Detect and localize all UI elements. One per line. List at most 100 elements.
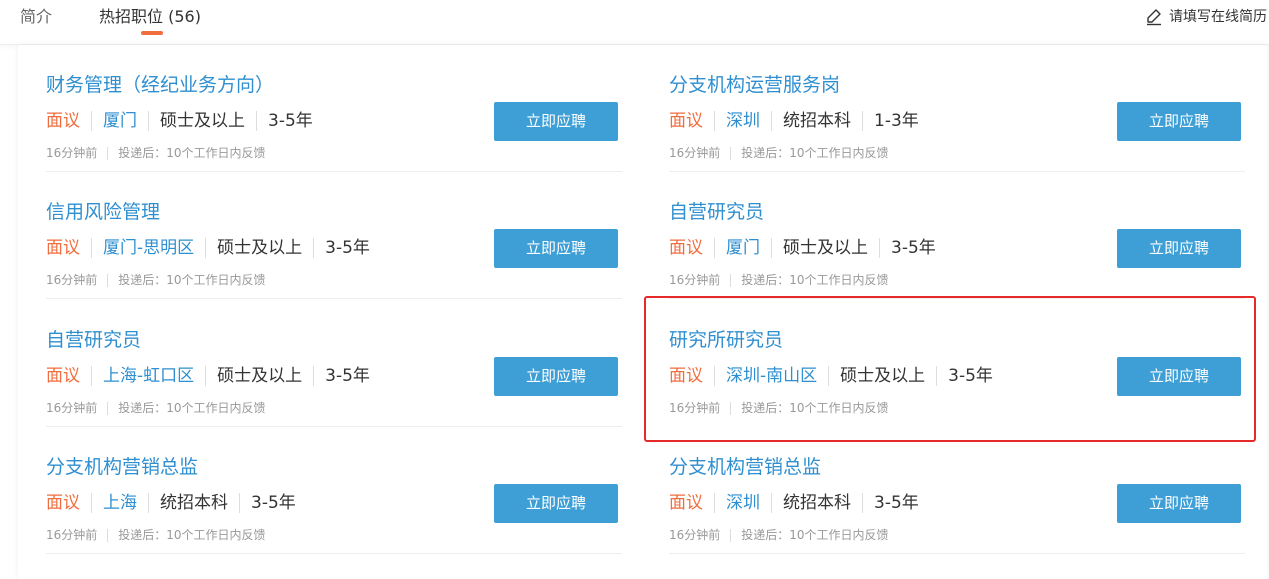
footer-divider xyxy=(730,273,732,287)
job-card: 研究所研究员 面议 深圳-南山区 硕士及以上 3-5年 16分钟前 投递后：10… xyxy=(669,300,1245,427)
job-title[interactable]: 分支机构营销总监 xyxy=(46,454,198,480)
footer-divider xyxy=(107,528,109,542)
job-salary: 面议 xyxy=(46,111,80,131)
meta-divider xyxy=(714,238,715,258)
job-title[interactable]: 信用风险管理 xyxy=(46,199,160,225)
job-feedback: 投递后：10个工作日内反馈 xyxy=(118,528,266,542)
job-meta: 面议 厦门 硕士及以上 3-5年 xyxy=(46,109,313,133)
footer-divider xyxy=(730,528,732,542)
active-tab-indicator xyxy=(141,31,163,35)
meta-divider xyxy=(828,366,830,386)
job-degree: 统招本科 xyxy=(160,493,228,513)
meta-divider xyxy=(879,238,880,258)
meta-divider xyxy=(862,493,863,513)
meta-divider xyxy=(862,111,863,131)
fill-resume-label: 请填写在线简历 xyxy=(1169,9,1267,25)
meta-divider xyxy=(714,493,715,513)
apply-button[interactable]: 立即应聘 xyxy=(494,102,618,141)
job-meta: 面议 厦门-思明区 硕士及以上 3-5年 xyxy=(46,236,370,260)
job-card: 分支机构运营服务岗 面议 深圳 统招本科 1-3年 16分钟前 投递后：10个工… xyxy=(669,45,1245,172)
meta-divider xyxy=(714,111,715,131)
job-card-body: 自营研究员 面议 厦门 硕士及以上 3-5年 16分钟前 投递后：10个工作日内… xyxy=(669,172,1245,299)
apply-button[interactable]: 立即应聘 xyxy=(494,357,618,396)
meta-divider xyxy=(205,238,207,258)
job-degree: 硕士及以上 xyxy=(840,366,926,386)
job-card: 分支机构营销总监 面议 深圳 统招本科 3-5年 16分钟前 投递后：10个工作… xyxy=(669,427,1245,554)
job-card-body: 分支机构营销总监 面议 深圳 统招本科 3-5年 16分钟前 投递后：10个工作… xyxy=(669,427,1245,554)
job-title[interactable]: 研究所研究员 xyxy=(669,327,783,353)
job-degree: 统招本科 xyxy=(783,493,851,513)
job-meta: 面议 深圳 统招本科 1-3年 xyxy=(669,109,919,133)
footer-divider xyxy=(107,273,109,287)
job-city: 厦门-思明区 xyxy=(103,238,195,258)
job-experience: 3-5年 xyxy=(325,238,370,258)
apply-button[interactable]: 立即应聘 xyxy=(494,484,618,523)
job-experience: 3-5年 xyxy=(891,238,936,258)
job-title[interactable]: 自营研究员 xyxy=(669,199,764,225)
job-salary: 面议 xyxy=(669,238,703,258)
meta-divider xyxy=(771,238,772,258)
job-title[interactable]: 财务管理（经纪业务方向） xyxy=(46,72,274,98)
job-feedback: 投递后：10个工作日内反馈 xyxy=(741,273,889,287)
job-degree: 硕士及以上 xyxy=(217,238,303,258)
meta-divider xyxy=(148,493,149,513)
job-card: 信用风险管理 面议 厦门-思明区 硕士及以上 3-5年 16分钟前 投递后：10… xyxy=(46,172,622,299)
pen-icon xyxy=(1147,9,1161,26)
meta-divider xyxy=(313,366,315,386)
apply-button[interactable]: 立即应聘 xyxy=(494,229,618,268)
job-posted-time: 16分钟前 xyxy=(46,528,98,542)
fill-resume-link[interactable]: 请填写在线简历 xyxy=(1145,7,1267,27)
job-footer: 16分钟前 投递后：10个工作日内反馈 xyxy=(669,399,889,417)
job-title[interactable]: 分支机构运营服务岗 xyxy=(669,72,840,98)
meta-divider xyxy=(205,366,207,386)
footer-divider xyxy=(107,401,109,415)
apply-button[interactable]: 立即应聘 xyxy=(1117,484,1241,523)
job-salary: 面议 xyxy=(46,238,80,258)
job-feedback: 投递后：10个工作日内反馈 xyxy=(118,401,266,415)
job-degree: 统招本科 xyxy=(783,111,851,131)
job-card: 分支机构营销总监 面议 上海 统招本科 3-5年 16分钟前 投递后：10个工作… xyxy=(46,427,622,554)
job-salary: 面议 xyxy=(669,111,703,131)
meta-divider xyxy=(256,111,257,131)
job-title[interactable]: 自营研究员 xyxy=(46,327,141,353)
footer-divider xyxy=(730,146,732,160)
job-posted-time: 16分钟前 xyxy=(669,273,721,287)
job-footer: 16分钟前 投递后：10个工作日内反馈 xyxy=(46,399,266,417)
job-experience: 3-5年 xyxy=(268,111,313,131)
job-experience: 3-5年 xyxy=(325,366,370,386)
job-card-body: 财务管理（经纪业务方向） 面议 厦门 硕士及以上 3-5年 16分钟前 投递后：… xyxy=(46,45,622,172)
job-city: 上海 xyxy=(103,493,137,513)
apply-button[interactable]: 立即应聘 xyxy=(1117,357,1241,396)
top-tab-bar: 简介 热招职位 (56) 请填写在线简历 xyxy=(0,0,1269,45)
apply-button[interactable]: 立即应聘 xyxy=(1117,229,1241,268)
meta-divider xyxy=(91,493,92,513)
job-card-body: 研究所研究员 面议 深圳-南山区 硕士及以上 3-5年 16分钟前 投递后：10… xyxy=(669,300,1245,427)
job-feedback: 投递后：10个工作日内反馈 xyxy=(741,401,889,415)
job-posted-time: 16分钟前 xyxy=(46,146,98,160)
job-meta: 面议 深圳-南山区 硕士及以上 3-5年 xyxy=(669,364,993,388)
job-card: 财务管理（经纪业务方向） 面议 厦门 硕士及以上 3-5年 16分钟前 投递后：… xyxy=(46,45,622,172)
job-city: 深圳 xyxy=(726,111,760,131)
job-salary: 面议 xyxy=(669,366,703,386)
job-card: 自营研究员 面议 上海-虹口区 硕士及以上 3-5年 16分钟前 投递后：10个… xyxy=(46,300,622,427)
job-footer: 16分钟前 投递后：10个工作日内反馈 xyxy=(669,144,889,162)
job-card-body: 自营研究员 面议 上海-虹口区 硕士及以上 3-5年 16分钟前 投递后：10个… xyxy=(46,300,622,427)
meta-divider xyxy=(239,493,240,513)
job-posted-time: 16分钟前 xyxy=(46,273,98,287)
job-posted-time: 16分钟前 xyxy=(669,528,721,542)
job-experience: 3-5年 xyxy=(251,493,296,513)
job-city: 上海-虹口区 xyxy=(103,366,195,386)
job-posted-time: 16分钟前 xyxy=(669,146,721,160)
job-feedback: 投递后：10个工作日内反馈 xyxy=(118,273,266,287)
job-feedback: 投递后：10个工作日内反馈 xyxy=(741,146,889,160)
job-degree: 硕士及以上 xyxy=(783,238,868,258)
job-meta: 面议 深圳 统招本科 3-5年 xyxy=(669,491,919,515)
meta-divider xyxy=(91,111,92,131)
apply-button[interactable]: 立即应聘 xyxy=(1117,102,1241,141)
job-footer: 16分钟前 投递后：10个工作日内反馈 xyxy=(669,271,889,289)
job-title[interactable]: 分支机构营销总监 xyxy=(669,454,821,480)
tab-intro[interactable]: 简介 xyxy=(20,6,52,28)
job-posted-time: 16分钟前 xyxy=(669,401,721,415)
job-experience: 3-5年 xyxy=(874,493,919,513)
tab-hot-jobs[interactable]: 热招职位 (56) xyxy=(99,6,201,28)
